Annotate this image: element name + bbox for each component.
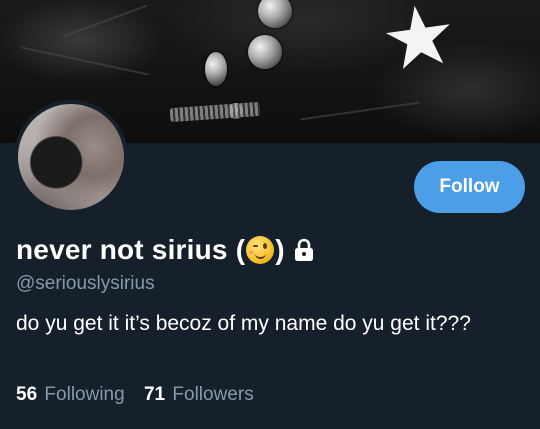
follow-button[interactable]: Follow [414, 161, 525, 213]
banner-stud [258, 0, 292, 28]
lock-icon [294, 238, 313, 261]
display-name-row: never not sirius ( ) [16, 230, 315, 270]
display-name-suffix: ) [275, 234, 285, 265]
avatar[interactable] [14, 100, 128, 214]
star-icon [385, 5, 450, 69]
banner-zipper [169, 101, 261, 123]
followers-label: Followers [172, 384, 254, 405]
banner-stud [248, 35, 282, 69]
profile-bio: do yu get it it’s becoz of my name do yu… [16, 312, 471, 335]
display-name: never not sirius ( [16, 234, 246, 265]
followers-count: 71 [143, 384, 166, 405]
profile-handle: @seriouslysirius [16, 273, 155, 294]
banner-stud [205, 52, 227, 86]
banner-crease [300, 101, 420, 121]
banner-crease [62, 4, 148, 38]
following-count: 56 [16, 384, 38, 405]
banner-crease [21, 46, 149, 76]
winking-face-icon [246, 236, 275, 264]
followers-stat[interactable]: 71 Followers [144, 384, 254, 406]
following-label: Following [44, 384, 125, 405]
following-stat[interactable]: 56 Following [16, 384, 125, 406]
profile-stats: 56 Following 71 Followers [16, 384, 268, 406]
